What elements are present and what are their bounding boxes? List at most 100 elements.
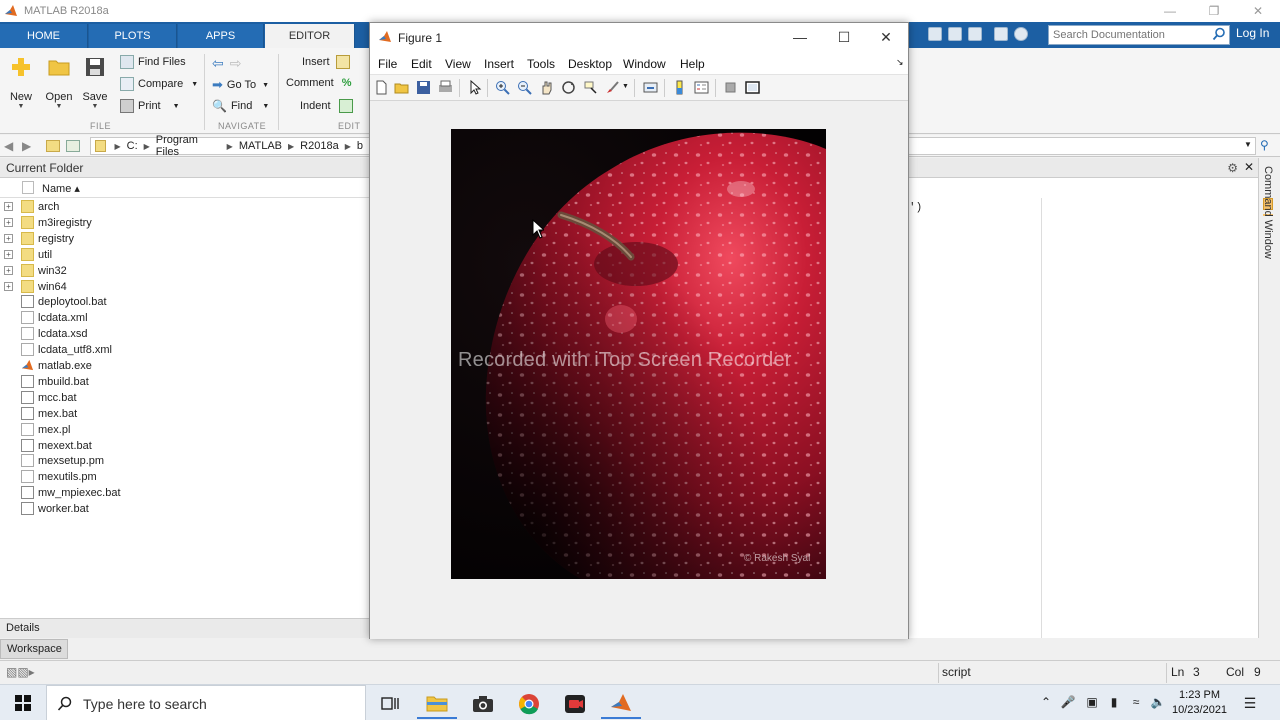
expand-icon[interactable]: + [4, 217, 13, 227]
file-list-item[interactable]: mexutils.pm [0, 469, 368, 485]
indent-button[interactable]: Indent [300, 99, 357, 113]
file-list-item[interactable]: + m3iregistry [0, 215, 368, 231]
find-button[interactable]: 🔍 Find ▼ [212, 99, 269, 113]
task-view-button[interactable] [370, 689, 410, 719]
file-list-item[interactable]: mex.pl [0, 422, 368, 438]
tab-editor[interactable]: EDITOR [265, 24, 355, 48]
expand-icon[interactable]: + [4, 202, 13, 211]
chevron-down-icon[interactable]: ▼ [622, 83, 629, 90]
brush-icon[interactable] [605, 80, 620, 95]
chevron-down-icon[interactable]: ▼ [1244, 140, 1252, 149]
expand-icon[interactable]: + [4, 249, 13, 259]
details-panel-header[interactable]: Details [0, 618, 370, 638]
pan-hand-icon[interactable] [539, 80, 554, 95]
tab-plots[interactable]: PLOTS [89, 24, 177, 48]
new-figure-icon[interactable] [374, 80, 389, 95]
file-list-item[interactable]: deploytool.bat [0, 294, 368, 310]
screen-recorder-app[interactable] [555, 689, 595, 719]
print-figure-icon[interactable] [438, 80, 453, 95]
expand-icon[interactable]: + [4, 281, 13, 291]
path-segment[interactable]: Program Files [156, 134, 221, 158]
workspace-tab[interactable]: Workspace [0, 639, 68, 659]
file-list-item[interactable]: worker.bat [0, 501, 368, 517]
close-panel-icon[interactable]: ✕ [1244, 160, 1254, 174]
arrow-right-icon[interactable]: ⇨ [230, 55, 242, 72]
save-quick-icon[interactable] [928, 27, 942, 41]
path-segment[interactable]: R2018a [300, 140, 339, 152]
search-folder-icon[interactable]: ⚲ [1260, 138, 1269, 152]
path-segment[interactable]: C: [127, 140, 138, 152]
file-list-item[interactable]: mbuild.bat [0, 374, 368, 390]
file-list-item[interactable]: mexsetup.pm [0, 453, 368, 469]
microphone-icon[interactable]: 🎤 [1060, 695, 1076, 711]
file-list-item[interactable]: matlab.exe [0, 358, 368, 374]
show-hidden-icons-icon[interactable]: ⌃ [1038, 695, 1054, 711]
comment-button[interactable]: Comment% [286, 77, 351, 89]
matlab-app[interactable] [601, 689, 641, 719]
system-clock[interactable]: 1:23 PM 10/23/2021 [1172, 688, 1227, 718]
menu-edit[interactable]: Edit [411, 57, 432, 71]
editor-panel[interactable]: ⚙ ✕ ') [908, 158, 1258, 638]
save-button[interactable]: Save ▼ [78, 54, 112, 110]
command-window-label[interactable]: Command Window [1262, 166, 1274, 259]
figure-window[interactable]: Figure 1 — ☐ ✕ File Edit View Insert Too… [369, 22, 909, 639]
legend-icon[interactable] [694, 80, 709, 95]
figure-title-bar[interactable]: Figure 1 — ☐ ✕ [370, 23, 908, 51]
redo-quick-icon[interactable] [968, 27, 982, 41]
notifications-icon[interactable]: ☰ [1242, 695, 1258, 711]
back-icon[interactable]: ◀ [4, 139, 18, 153]
file-explorer-app[interactable] [417, 689, 457, 719]
restore-icon[interactable]: ❐ [1192, 0, 1236, 22]
maximize-icon[interactable]: ☐ [822, 23, 866, 51]
wifi-icon[interactable]: ≈ [1128, 695, 1144, 711]
volume-icon[interactable]: 🔈 [1150, 695, 1166, 711]
menu-view[interactable]: View [445, 57, 471, 71]
tab-home[interactable]: HOME [0, 24, 88, 48]
back-forward-nav[interactable]: ⇦ ⇨ [212, 55, 241, 72]
camera-tray-icon[interactable]: ▣ [1084, 695, 1100, 711]
menu-desktop[interactable]: Desktop [568, 57, 612, 71]
file-list-item[interactable]: + win32 [0, 263, 368, 279]
login-link[interactable]: Log In [1236, 26, 1269, 40]
file-list-item[interactable]: + util [0, 247, 368, 263]
new-button[interactable]: New ▼ [4, 54, 38, 110]
save-figure-icon[interactable] [416, 80, 431, 95]
file-list-item[interactable]: + arch [0, 199, 368, 215]
file-list-item[interactable]: mexext.bat [0, 438, 368, 454]
file-list-item[interactable]: lcdata.xml [0, 310, 368, 326]
open-button[interactable]: Open ▼ [42, 54, 76, 110]
expand-icon[interactable]: + [4, 233, 13, 243]
zoom-out-icon[interactable] [517, 80, 532, 95]
file-list-item[interactable]: lcdata.xsd [0, 326, 368, 342]
close-icon[interactable]: ✕ [864, 23, 908, 51]
file-list-item[interactable]: mex.bat [0, 406, 368, 422]
pointer-arrow-icon[interactable] [467, 80, 482, 95]
file-list-item[interactable]: + win64 [0, 279, 368, 295]
find-files-button[interactable]: Find Files [120, 55, 186, 69]
switch-windows-icon[interactable] [994, 27, 1008, 41]
menu-overflow-icon[interactable]: ↘ [896, 57, 904, 68]
battery-icon[interactable]: ▮ [1106, 695, 1122, 711]
insert-button[interactable]: Insert [302, 55, 354, 69]
file-list-item[interactable]: + registry [0, 231, 368, 247]
search-icon[interactable] [1212, 27, 1226, 41]
open-file-icon[interactable] [394, 80, 409, 95]
zoom-in-icon[interactable] [495, 80, 510, 95]
taskbar-search-box[interactable]: Type here to search [46, 685, 366, 720]
close-icon[interactable]: ✕ [1236, 0, 1280, 22]
search-documentation-input[interactable] [1048, 25, 1230, 45]
rotate-3d-icon[interactable] [561, 80, 576, 95]
name-column-header[interactable]: Name ▴ [0, 178, 369, 198]
help-icon[interactable] [1014, 27, 1028, 41]
menu-tools[interactable]: Tools [527, 57, 555, 71]
go-to-button[interactable]: ➡ Go To ▼ [212, 77, 269, 93]
expand-icon[interactable]: + [4, 265, 13, 275]
minimize-icon[interactable]: — [778, 23, 822, 51]
menu-window[interactable]: Window [623, 57, 666, 71]
file-list-item[interactable]: lcdata_utf8.xml [0, 342, 368, 358]
menu-help[interactable]: Help [680, 57, 705, 71]
path-segment[interactable]: MATLAB [239, 140, 282, 152]
print-button[interactable]: Print ▼ [120, 99, 180, 113]
data-cursor-icon[interactable] [583, 80, 598, 95]
undo-quick-icon[interactable] [948, 27, 962, 41]
